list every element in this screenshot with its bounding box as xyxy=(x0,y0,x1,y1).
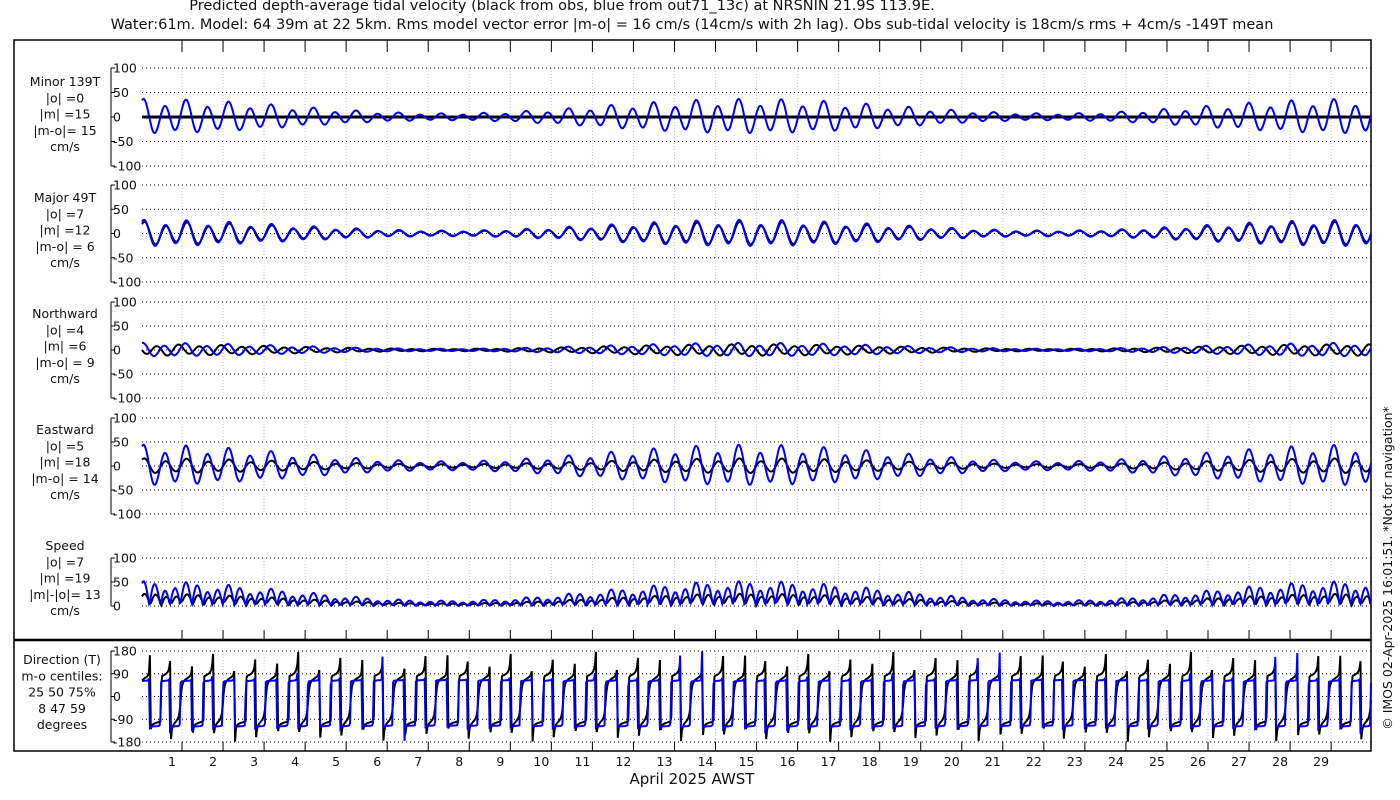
x-tick-label: 29 xyxy=(1313,754,1329,769)
panel-label-direction: 8 47 59 xyxy=(38,701,86,716)
x-tick-label: 9 xyxy=(496,754,504,769)
panel-label-northward: |m-o| = 9 xyxy=(35,355,94,370)
y-tick-label: -100 xyxy=(113,159,141,174)
y-tick-label: -50 xyxy=(113,483,133,498)
panel-label-eastward: cm/s xyxy=(50,487,80,502)
panel-label-minor: |m-o|= 15 xyxy=(33,123,96,138)
y-tick-label: 100 xyxy=(113,61,137,76)
panel-label-northward: |m| =6 xyxy=(44,339,87,354)
panel-label-eastward: |m-o| = 14 xyxy=(31,471,98,486)
y-tick-label: 0 xyxy=(113,599,121,614)
panel-label-minor: cm/s xyxy=(50,139,80,154)
y-tick-label: -90 xyxy=(113,712,133,727)
x-tick-label: 1 xyxy=(168,754,176,769)
panel-label-major: Major 49T xyxy=(34,190,97,205)
x-tick-label: 27 xyxy=(1231,754,1247,769)
major-model-line xyxy=(141,218,1372,248)
x-tick-label: 25 xyxy=(1149,754,1165,769)
panel-label-direction: degrees xyxy=(37,717,87,732)
x-tick-label: 8 xyxy=(455,754,463,769)
y-tick-label: 50 xyxy=(113,319,129,334)
x-tick-label: 5 xyxy=(332,754,340,769)
y-tick-label: 100 xyxy=(113,295,137,310)
y-tick-label: 0 xyxy=(113,226,121,241)
panel-label-eastward: |m| =18 xyxy=(40,455,91,470)
y-tick-label: 100 xyxy=(113,551,137,566)
panel-label-speed: |m| =19 xyxy=(40,571,91,586)
panel-label-speed: |m|-|o|= 13 xyxy=(29,587,101,602)
x-tick-label: 20 xyxy=(944,754,960,769)
panel-label-speed: Speed xyxy=(45,538,84,553)
y-tick-label: -50 xyxy=(113,367,133,382)
x-tick-label: 28 xyxy=(1272,754,1288,769)
panel-label-major: |o| =7 xyxy=(46,206,84,221)
panel-label-speed: |o| =7 xyxy=(46,554,84,569)
x-tick-label: 13 xyxy=(657,754,673,769)
x-tick-label: 3 xyxy=(250,754,258,769)
panel-label-direction: Direction (T) xyxy=(23,652,101,667)
x-tick-label: 10 xyxy=(533,754,549,769)
x-tick-label: 24 xyxy=(1108,754,1124,769)
x-tick-label: 21 xyxy=(985,754,1001,769)
panel-label-minor: |m| =15 xyxy=(40,107,91,122)
copyright-notice: © IMOS 02-Apr-2025 16:01:51. *Not for na… xyxy=(1380,406,1395,730)
direction-frame xyxy=(13,639,1372,752)
x-tick-label: 2 xyxy=(209,754,217,769)
x-axis-label: April 2025 AWST xyxy=(630,770,756,788)
y-tick-label: 180 xyxy=(113,644,137,659)
x-tick-label: 23 xyxy=(1067,754,1083,769)
upper-frame xyxy=(13,39,1372,641)
y-tick-label: 50 xyxy=(113,435,129,450)
y-tick-label: 50 xyxy=(113,202,129,217)
x-tick-label: 18 xyxy=(862,754,878,769)
x-tick-label: 19 xyxy=(903,754,919,769)
y-tick-label: 100 xyxy=(113,411,137,426)
y-tick-label: 0 xyxy=(113,689,121,704)
panel-label-minor: |o| =0 xyxy=(46,90,85,105)
panel-label-direction: 25 50 75% xyxy=(28,685,96,700)
y-tick-label: 50 xyxy=(113,575,129,590)
y-tick-label: 0 xyxy=(113,343,121,358)
y-tick-label: 0 xyxy=(113,110,121,125)
y-tick-label: 90 xyxy=(113,666,129,681)
tidal-velocity-chart: 1 2 3 4 5 6 7 8 9 10 11 12 13 14 15 16 17 18 19 20 21 22 23 24 2… xyxy=(13,39,1395,788)
panel-label-northward: |o| =4 xyxy=(46,322,85,337)
panel-label-major: cm/s xyxy=(50,255,80,270)
y-tick-label: -100 xyxy=(113,275,141,290)
y-tick-label: 100 xyxy=(113,178,137,193)
y-tick-label: -50 xyxy=(113,250,133,265)
panel-label-major: |m| =12 xyxy=(40,223,91,238)
panel-label-major: |m-o| = 6 xyxy=(35,239,94,254)
y-tick-label: 50 xyxy=(113,85,129,100)
panel-label-eastward: Eastward xyxy=(36,422,94,437)
x-tick-label: 6 xyxy=(373,754,381,769)
x-tick-label: 17 xyxy=(821,754,837,769)
x-tick-label: 12 xyxy=(615,754,631,769)
x-tick-label: 14 xyxy=(698,754,714,769)
panel-label-northward: cm/s xyxy=(50,371,80,386)
panel-label-minor: Minor 139T xyxy=(30,74,101,89)
y-tick-label: -100 xyxy=(113,507,141,522)
y-tick-label: -50 xyxy=(113,134,133,149)
x-tick-label: 4 xyxy=(291,754,299,769)
x-tick-label: 16 xyxy=(780,754,796,769)
x-tick-label: 22 xyxy=(1026,754,1042,769)
y-tick-label: 0 xyxy=(113,459,121,474)
y-tick-label: -100 xyxy=(113,391,141,406)
x-tick-label: 15 xyxy=(739,754,755,769)
x-tick-label: 11 xyxy=(574,754,590,769)
panel-label-speed: cm/s xyxy=(50,603,80,618)
panel-label-direction: m-o centiles: xyxy=(21,668,102,683)
panel-label-eastward: |o| =5 xyxy=(46,438,84,453)
y-tick-label: -180 xyxy=(113,735,141,750)
x-tick-label: 26 xyxy=(1190,754,1206,769)
panel-label-northward: Northward xyxy=(32,306,98,321)
x-tick-label: 7 xyxy=(414,754,422,769)
